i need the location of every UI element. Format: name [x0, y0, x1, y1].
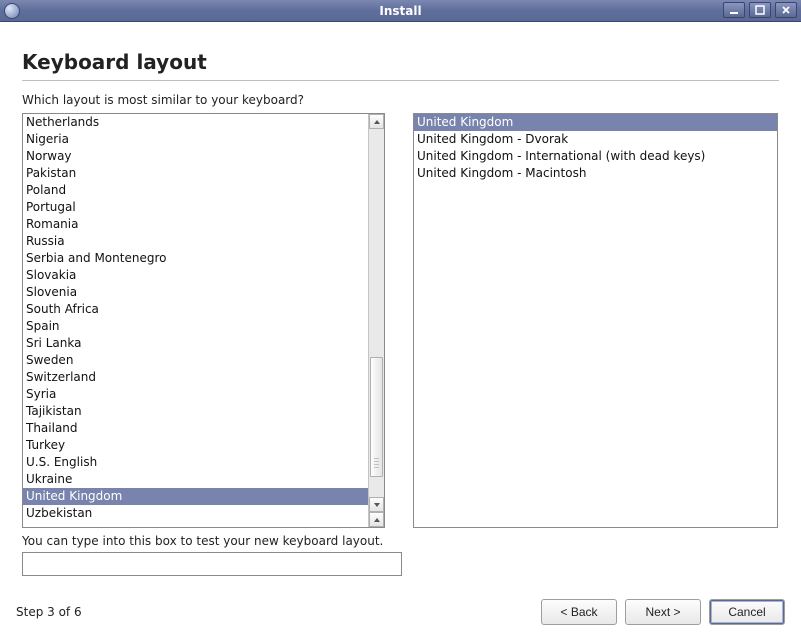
list-item[interactable]: Spain	[23, 318, 368, 335]
test-input[interactable]	[22, 552, 402, 576]
chevron-down-icon	[373, 501, 381, 509]
scroll-up-button[interactable]	[369, 114, 384, 129]
list-item[interactable]: Portugal	[23, 199, 368, 216]
list-item[interactable]: Norway	[23, 148, 368, 165]
country-scrollbar[interactable]	[368, 114, 384, 527]
step-indicator: Step 3 of 6	[16, 605, 82, 619]
list-item[interactable]: Poland	[23, 182, 368, 199]
list-item[interactable]: Pakistan	[23, 165, 368, 182]
list-item[interactable]: Sri Lanka	[23, 335, 368, 352]
list-item[interactable]: Turkey	[23, 437, 368, 454]
close-button[interactable]	[775, 2, 797, 18]
list-item[interactable]: United Kingdom - International (with dea…	[414, 148, 777, 165]
scroll-down-button[interactable]	[369, 497, 384, 512]
list-item[interactable]: United Kingdom	[414, 114, 777, 131]
list-item[interactable]: United Kingdom - Macintosh	[414, 165, 777, 182]
window-title: Install	[0, 4, 801, 18]
list-item[interactable]: Russia	[23, 233, 368, 250]
app-icon	[4, 3, 20, 19]
list-item[interactable]: United Kingdom	[23, 488, 368, 505]
footer: Step 3 of 6 < Back Next > Cancel	[0, 599, 801, 625]
list-item[interactable]: Romania	[23, 216, 368, 233]
close-icon	[781, 5, 791, 15]
cancel-button[interactable]: Cancel	[709, 599, 785, 625]
maximize-button[interactable]	[749, 2, 771, 18]
list-item[interactable]: Switzerland	[23, 369, 368, 386]
list-item[interactable]: Serbia and Montenegro	[23, 250, 368, 267]
list-item[interactable]: Slovakia	[23, 267, 368, 284]
scroll-up-button-2[interactable]	[369, 512, 384, 527]
scroll-thumb[interactable]	[370, 357, 383, 477]
test-hint: You can type into this box to test your …	[22, 534, 779, 548]
list-item[interactable]: Ukraine	[23, 471, 368, 488]
list-item[interactable]: Syria	[23, 386, 368, 403]
titlebar[interactable]: Install	[0, 0, 801, 22]
list-item[interactable]: Sweden	[23, 352, 368, 369]
scroll-track[interactable]	[369, 129, 384, 497]
back-button[interactable]: < Back	[541, 599, 617, 625]
list-item[interactable]: Nigeria	[23, 131, 368, 148]
list-item[interactable]: United Kingdom - Dvorak	[414, 131, 777, 148]
chevron-up-icon	[373, 118, 381, 126]
list-item[interactable]: Tajikistan	[23, 403, 368, 420]
next-button[interactable]: Next >	[625, 599, 701, 625]
list-item[interactable]: Uzbekistan	[23, 505, 368, 522]
prompt-text: Which layout is most similar to your key…	[22, 93, 779, 107]
chevron-up-icon	[373, 516, 381, 524]
country-listbox[interactable]: NetherlandsNigeriaNorwayPakistanPolandPo…	[22, 113, 385, 528]
list-item[interactable]: Thailand	[23, 420, 368, 437]
list-item[interactable]: Netherlands	[23, 114, 368, 131]
maximize-icon	[755, 5, 765, 15]
minimize-button[interactable]	[723, 2, 745, 18]
minimize-icon	[729, 5, 739, 15]
list-item[interactable]: Slovenia	[23, 284, 368, 301]
divider	[22, 80, 779, 81]
variant-listbox[interactable]: United KingdomUnited Kingdom - DvorakUni…	[413, 113, 778, 528]
list-item[interactable]: U.S. English	[23, 454, 368, 471]
page-heading: Keyboard layout	[22, 50, 779, 74]
list-item[interactable]: South Africa	[23, 301, 368, 318]
content-area: Keyboard layout Which layout is most sim…	[0, 22, 801, 586]
